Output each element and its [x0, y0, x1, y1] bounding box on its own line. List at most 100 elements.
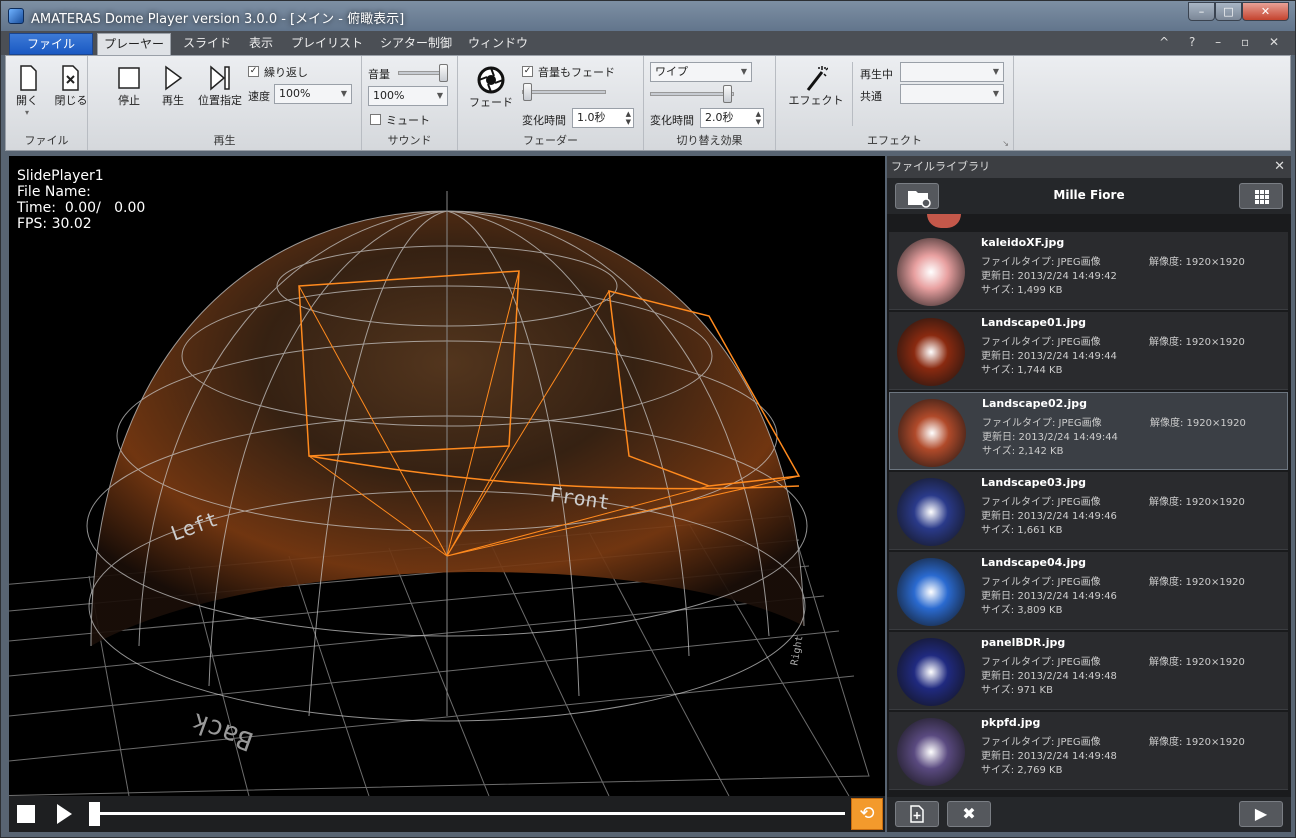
loop-toggle-icon[interactable]: ⟲: [851, 798, 883, 830]
ribbon-controls[interactable]: ^ ? – ▫ ✕: [1159, 35, 1287, 49]
play-icon: [165, 65, 183, 91]
tab-slide[interactable]: スライド: [177, 33, 237, 55]
magic-wand-icon: [806, 66, 828, 91]
item-name: panelBDR.jpg: [981, 636, 1066, 649]
remove-file-button[interactable]: ✖: [947, 801, 991, 827]
transport-stop-button[interactable]: [17, 805, 35, 823]
chevron-down-icon: ▼: [436, 91, 443, 100]
speed-select[interactable]: 100% ▼: [274, 84, 352, 104]
library-item[interactable]: panelBDR.jpg ファイルタイプ: JPEG画像 更新日: 2013/2/2…: [889, 632, 1288, 710]
player-name: SlidePlayer1: [17, 168, 104, 184]
transition-slider-thumb[interactable]: [723, 85, 732, 103]
library-item[interactable]: pkpfd.jpg ファイルタイプ: JPEG画像 更新日: 2013/2/24 1…: [889, 712, 1288, 790]
fade-volume-checkbox[interactable]: ✓: [522, 66, 533, 77]
speed-value: 100%: [279, 87, 311, 100]
item-date: 更新日: 2013/2/24 14:49:46: [981, 591, 1117, 602]
dome-scene: Front Left Back Right: [9, 191, 870, 796]
close-file-button[interactable]: 閉じる: [54, 64, 88, 108]
transition-slider[interactable]: [650, 85, 734, 103]
title-bar: AMATERAS Dome Player version 3.0.0 - [メイ…: [1, 1, 1295, 31]
item-name: kaleidoXF.jpg: [981, 236, 1065, 249]
library-footer: ✖ ▶: [887, 797, 1291, 832]
fps-value: 30.02: [51, 216, 92, 232]
group-fader: フェード ✓ 音量もフェード 変化時間 1.0秒 ▲ ▼ フェーダー: [458, 56, 644, 150]
library-item[interactable]: kaleidoXF.jpg ファイルタイプ: JPEG画像 更新日: 2013/2/…: [889, 232, 1288, 310]
fade-volume-label: 音量もフェード: [538, 66, 615, 79]
spinner-arrows-icon[interactable]: ▲ ▼: [626, 110, 631, 126]
group-playback-label: 再生: [213, 134, 236, 147]
transport-play-button[interactable]: [57, 804, 72, 824]
dome-viewport[interactable]: SlidePlayer1 File Name: Time: 0.00/ 0.00…: [9, 156, 885, 796]
item-name: Landscape02.jpg: [982, 397, 1087, 410]
tab-theater-control[interactable]: シアター制御: [373, 33, 459, 55]
item-resolution: 解像度: 1920×1920: [1149, 497, 1245, 508]
effect-button[interactable]: エフェクト: [784, 64, 848, 108]
tab-file[interactable]: ファイル: [9, 33, 93, 55]
library-item[interactable]: Landscape04.jpg ファイルタイプ: JPEG画像 更新日: 2013/…: [889, 552, 1288, 630]
maximize-button[interactable]: □: [1215, 2, 1242, 21]
play-button[interactable]: 再生: [158, 64, 188, 108]
item-size: サイズ: 971 KB: [981, 685, 1053, 696]
tab-playlist[interactable]: プレイリスト: [285, 33, 369, 55]
transition-type-value: ワイプ: [655, 65, 688, 78]
ribbon: 開く ▾ 閉じる ファイル 停止 再生 位置指定 ✓ 繰り返し 速度 100% …: [5, 55, 1291, 151]
stop-button[interactable]: 停止: [114, 64, 144, 108]
group-transition: ワイプ ▼ 変化時間 2.0秒 ▲ ▼ 切り替え効果: [644, 56, 776, 150]
library-close-icon[interactable]: ✕: [1274, 156, 1285, 178]
minimize-button[interactable]: –: [1188, 2, 1215, 21]
grid-view-button[interactable]: [1239, 183, 1283, 209]
open-dropdown-icon: ▾: [24, 108, 29, 117]
transition-type-select[interactable]: ワイプ ▼: [650, 62, 752, 82]
play-icon: ▶: [1254, 804, 1268, 823]
dialog-launcher-icon[interactable]: ↘: [1002, 139, 1009, 148]
chevron-down-icon: ▼: [992, 89, 999, 98]
item-thumbnail: [897, 478, 965, 546]
repeat-label: 繰り返し: [264, 66, 308, 79]
mute-checkbox[interactable]: [370, 114, 381, 125]
item-type: ファイルタイプ: JPEG画像: [981, 657, 1101, 668]
group-effect: エフェクト 再生中 ▼ 共通 ▼ エフェクト ↘: [776, 56, 1014, 150]
library-item[interactable]: Landscape01.jpg ファイルタイプ: JPEG画像 更新日: 2013/…: [889, 312, 1288, 390]
spinner-arrows-icon[interactable]: ▲ ▼: [756, 110, 761, 126]
fade-time-spinner[interactable]: 1.0秒 ▲ ▼: [572, 108, 634, 128]
seek-track[interactable]: [93, 812, 845, 815]
chevron-down-icon: ▼: [740, 67, 747, 76]
seek-button[interactable]: 位置指定: [196, 64, 244, 108]
volume-slider[interactable]: [398, 64, 448, 82]
group-sound: 音量 100% ▼ ミュート サウンド: [362, 56, 458, 150]
label-back: Back: [188, 706, 257, 756]
add-file-button[interactable]: [895, 801, 939, 827]
item-size: サイズ: 1,744 KB: [981, 365, 1063, 376]
close-file-label: 閉じる: [54, 94, 88, 107]
library-item[interactable]: Landscape03.jpg ファイルタイプ: JPEG画像 更新日: 2013/…: [889, 472, 1288, 550]
item-type: ファイルタイプ: JPEG画像: [982, 418, 1102, 429]
library-header: ファイルライブラリ ✕: [887, 156, 1291, 178]
open-button[interactable]: 開く ▾: [14, 64, 40, 117]
seek-icon: [210, 65, 230, 91]
tab-player[interactable]: プレーヤー: [97, 33, 171, 55]
item-type: ファイルタイプ: JPEG画像: [981, 497, 1101, 508]
play-label: 再生: [162, 94, 184, 107]
tab-view[interactable]: 表示: [239, 33, 283, 55]
tab-window[interactable]: ウィンドウ: [463, 33, 533, 55]
transition-time-spinner[interactable]: 2.0秒 ▲ ▼: [700, 108, 764, 128]
mute-label: ミュート: [386, 114, 430, 127]
repeat-checkbox[interactable]: ✓: [248, 66, 259, 77]
fade-slider-thumb[interactable]: [523, 83, 532, 101]
library-play-button[interactable]: ▶: [1239, 801, 1283, 827]
effect-common-select[interactable]: ▼: [900, 84, 1004, 104]
volume-slider-thumb[interactable]: [439, 64, 448, 82]
library-item[interactable]: Landscape02.jpg ファイルタイプ: JPEG画像更新日: 2013/…: [889, 392, 1288, 470]
close-window-button[interactable]: ✕: [1242, 2, 1289, 21]
label-right: Right: [789, 635, 805, 667]
fade-slider[interactable]: [522, 83, 606, 101]
aperture-icon: [477, 66, 505, 94]
volume-select[interactable]: 100% ▼: [368, 86, 448, 106]
item-date: 更新日: 2013/2/24 14:49:44: [982, 432, 1118, 443]
player-stats: SlidePlayer1 File Name: Time: 0.00/ 0.00…: [17, 168, 145, 232]
file-name-label: File Name:: [17, 184, 91, 200]
effect-playing-select[interactable]: ▼: [900, 62, 1004, 82]
fade-button[interactable]: フェード: [468, 66, 514, 110]
group-playback: 停止 再生 位置指定 ✓ 繰り返し 速度 100% ▼ 再生: [88, 56, 362, 150]
seek-thumb[interactable]: [89, 802, 100, 826]
